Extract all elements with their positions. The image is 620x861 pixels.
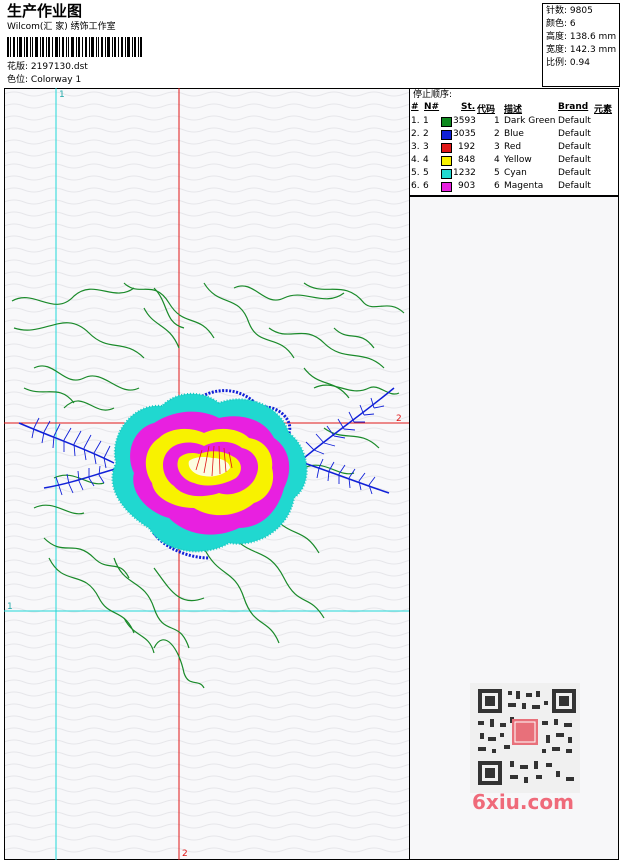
row-brand: Default bbox=[558, 116, 591, 126]
row-number: 5 bbox=[423, 168, 429, 178]
col-header-code: 代码 bbox=[477, 105, 496, 115]
table-row[interactable]: 3. 3 192 3 Red Default bbox=[410, 142, 618, 155]
page-title: 生产作业图 bbox=[7, 2, 83, 20]
row-code: 3 bbox=[494, 142, 500, 152]
row-stitches: 903 bbox=[458, 181, 476, 191]
row-stitches: 848 bbox=[458, 155, 476, 165]
row-description: Dark Green bbox=[504, 116, 556, 126]
row-stitches: 3593 bbox=[453, 116, 476, 126]
stop-sequence-panel: 停止顺序: # N# St. 代码 描述 Brand 元素 1. 1 3593 … bbox=[409, 88, 619, 196]
stop-sequence-title: 停止顺序: bbox=[413, 90, 453, 100]
col-header-brand: Brand bbox=[558, 102, 589, 112]
height-stat: 高度: 138.6 mm bbox=[546, 32, 616, 43]
design-file: 花版: 2197130.dst bbox=[7, 62, 88, 73]
width-value: 142.3 mm bbox=[569, 45, 617, 55]
row-description: Yellow bbox=[504, 155, 532, 165]
table-row[interactable]: 2. 2 3035 2 Blue Default bbox=[410, 129, 618, 142]
colorway-value: Colorway 1 bbox=[30, 75, 82, 85]
row-code: 1 bbox=[494, 116, 500, 126]
color-swatch bbox=[441, 117, 452, 127]
row-index: 3. bbox=[411, 142, 420, 152]
scale-label: 比例: bbox=[546, 58, 568, 68]
row-code: 2 bbox=[494, 129, 500, 139]
row-description: Cyan bbox=[504, 168, 527, 178]
width-stat: 宽度: 142.3 mm bbox=[546, 45, 616, 56]
guide-marker-right: 2 bbox=[396, 414, 402, 424]
row-index: 6. bbox=[411, 181, 420, 191]
row-description: Red bbox=[504, 142, 522, 152]
row-brand: Default bbox=[558, 155, 591, 165]
stitches-label: 针数: bbox=[546, 6, 568, 16]
row-code: 4 bbox=[494, 155, 500, 165]
table-row[interactable]: 5. 5 1232 5 Cyan Default bbox=[410, 168, 618, 181]
table-row[interactable]: 1. 1 3593 1 Dark Green Default bbox=[410, 116, 618, 129]
row-brand: Default bbox=[558, 168, 591, 178]
design-label: 花版: bbox=[7, 62, 29, 72]
scale-value: 0.94 bbox=[569, 58, 590, 68]
row-index: 4. bbox=[411, 155, 420, 165]
row-description: Magenta bbox=[504, 181, 544, 191]
width-label: 宽度: bbox=[546, 45, 568, 55]
design-value: 2197130.dst bbox=[30, 62, 88, 72]
barcode bbox=[7, 37, 142, 57]
row-brand: Default bbox=[558, 129, 591, 139]
colors-value: 6 bbox=[569, 19, 576, 29]
row-number: 3 bbox=[423, 142, 429, 152]
guide-marker-bottom: 2 bbox=[182, 849, 188, 859]
row-number: 6 bbox=[423, 181, 429, 191]
guide-marker-top: 1 bbox=[59, 90, 65, 100]
row-stitches: 192 bbox=[458, 142, 476, 152]
row-brand: Default bbox=[558, 181, 591, 191]
guide-marker-left: 1 bbox=[7, 602, 13, 612]
row-code: 5 bbox=[494, 168, 500, 178]
col-header-stitches: St. bbox=[461, 102, 476, 112]
row-number: 1 bbox=[423, 116, 429, 126]
watermark-text: 6xiu.com bbox=[472, 790, 574, 814]
colors-label: 颜色: bbox=[546, 19, 568, 29]
color-swatch bbox=[441, 182, 452, 192]
row-code: 6 bbox=[494, 181, 500, 191]
qr-code-watermark bbox=[470, 683, 580, 793]
col-header-element: 元素 bbox=[594, 105, 613, 115]
row-number: 2 bbox=[423, 129, 429, 139]
stitches-stat: 针数: 9805 bbox=[546, 6, 593, 17]
color-swatch bbox=[441, 130, 452, 140]
col-header-description: 描述 bbox=[504, 105, 523, 115]
row-index: 1. bbox=[411, 116, 420, 126]
row-stitches: 1232 bbox=[453, 168, 476, 178]
scale-stat: 比例: 0.94 bbox=[546, 58, 590, 69]
row-index: 5. bbox=[411, 168, 420, 178]
row-brand: Default bbox=[558, 142, 591, 152]
color-swatch bbox=[441, 156, 452, 166]
height-label: 高度: bbox=[546, 32, 568, 42]
studio-name: Wilcom(汇 家) 绣饰工作室 bbox=[7, 22, 116, 32]
colorway-label: 色位: bbox=[7, 75, 29, 85]
design-stats: 针数: 9805 颜色: 6 高度: 138.6 mm 宽度: 142.3 mm… bbox=[542, 3, 620, 87]
qr-logo bbox=[512, 719, 538, 745]
col-header-number: N# bbox=[424, 102, 440, 112]
row-number: 4 bbox=[423, 155, 429, 165]
colorway: 色位: Colorway 1 bbox=[7, 75, 81, 86]
color-swatch bbox=[441, 169, 452, 179]
stitches-value: 9805 bbox=[569, 6, 593, 16]
colors-stat: 颜色: 6 bbox=[546, 19, 576, 30]
color-swatch bbox=[441, 143, 452, 153]
height-value: 138.6 mm bbox=[569, 32, 617, 42]
table-row[interactable]: 4. 4 848 4 Yellow Default bbox=[410, 155, 618, 168]
row-index: 2. bbox=[411, 129, 420, 139]
row-description: Blue bbox=[504, 129, 524, 139]
row-stitches: 3035 bbox=[453, 129, 476, 139]
table-row[interactable]: 6. 6 903 6 Magenta Default bbox=[410, 181, 618, 194]
col-header-index: # bbox=[411, 102, 419, 112]
design-canvas[interactable]: 1 1 2 2 bbox=[4, 88, 410, 860]
